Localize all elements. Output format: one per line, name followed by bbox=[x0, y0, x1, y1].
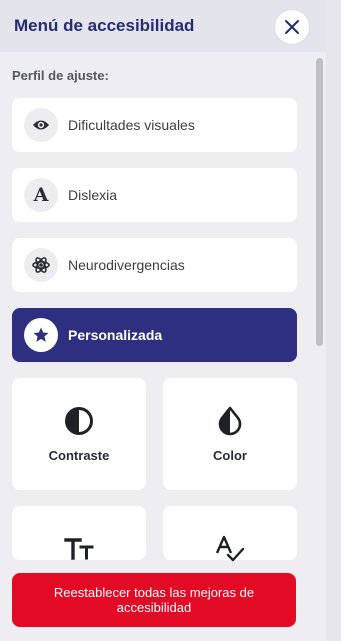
card-label: Contraste bbox=[48, 448, 110, 463]
eye-icon-wrap bbox=[24, 108, 58, 142]
text-size-icon-wrap bbox=[12, 534, 146, 564]
close-button[interactable] bbox=[275, 10, 309, 44]
atom-icon bbox=[32, 257, 50, 273]
color-card[interactable]: Color bbox=[163, 378, 297, 490]
drop-icon-wrap bbox=[163, 406, 297, 436]
profile-label: Neurodivergencias bbox=[68, 257, 185, 273]
reset-all-label: Reestablecer todas las mejoras de accesi… bbox=[53, 585, 255, 615]
scrollbar-thumb[interactable] bbox=[316, 58, 323, 346]
atom-icon-wrap bbox=[24, 248, 58, 282]
contrast-icon-wrap bbox=[12, 406, 146, 436]
contrast-icon bbox=[65, 407, 93, 435]
drop-icon bbox=[218, 406, 242, 436]
eye-icon bbox=[33, 120, 49, 130]
profile-section-label: Perfil de ajuste: bbox=[12, 68, 109, 83]
spell-check-card[interactable] bbox=[163, 506, 297, 562]
menu-header: Menú de accesibilidad bbox=[0, 0, 326, 52]
profile-visual-difficulties[interactable]: Dificultades visuales bbox=[12, 98, 297, 152]
profile-dyslexia[interactable]: A Dislexia bbox=[12, 168, 297, 222]
star-icon bbox=[33, 327, 49, 342]
contrast-card[interactable]: Contraste bbox=[12, 378, 146, 490]
profile-custom[interactable]: Personalizada bbox=[12, 308, 297, 362]
profile-label: Dificultades visuales bbox=[68, 117, 195, 133]
scrollbar-track[interactable] bbox=[326, 0, 341, 641]
profile-label: Dislexia bbox=[68, 187, 118, 203]
reset-all-button[interactable]: Reestablecer todas las mejoras de accesi… bbox=[12, 573, 296, 627]
menu-title: Menú de accesibilidad bbox=[14, 16, 195, 35]
text-size-card[interactable] bbox=[12, 506, 146, 560]
card-label: Color bbox=[213, 448, 247, 463]
letter-a-icon: A bbox=[33, 184, 49, 206]
profile-neurodivergence[interactable]: Neurodivergencias bbox=[12, 238, 297, 292]
letter-a-icon-wrap: A bbox=[24, 178, 58, 212]
text-size-icon bbox=[64, 538, 94, 560]
star-icon-wrap bbox=[24, 318, 58, 352]
close-icon bbox=[285, 20, 299, 34]
spell-check-icon bbox=[215, 535, 245, 562]
spell-check-icon-wrap bbox=[163, 534, 297, 564]
profile-label: Personalizada bbox=[68, 327, 163, 343]
